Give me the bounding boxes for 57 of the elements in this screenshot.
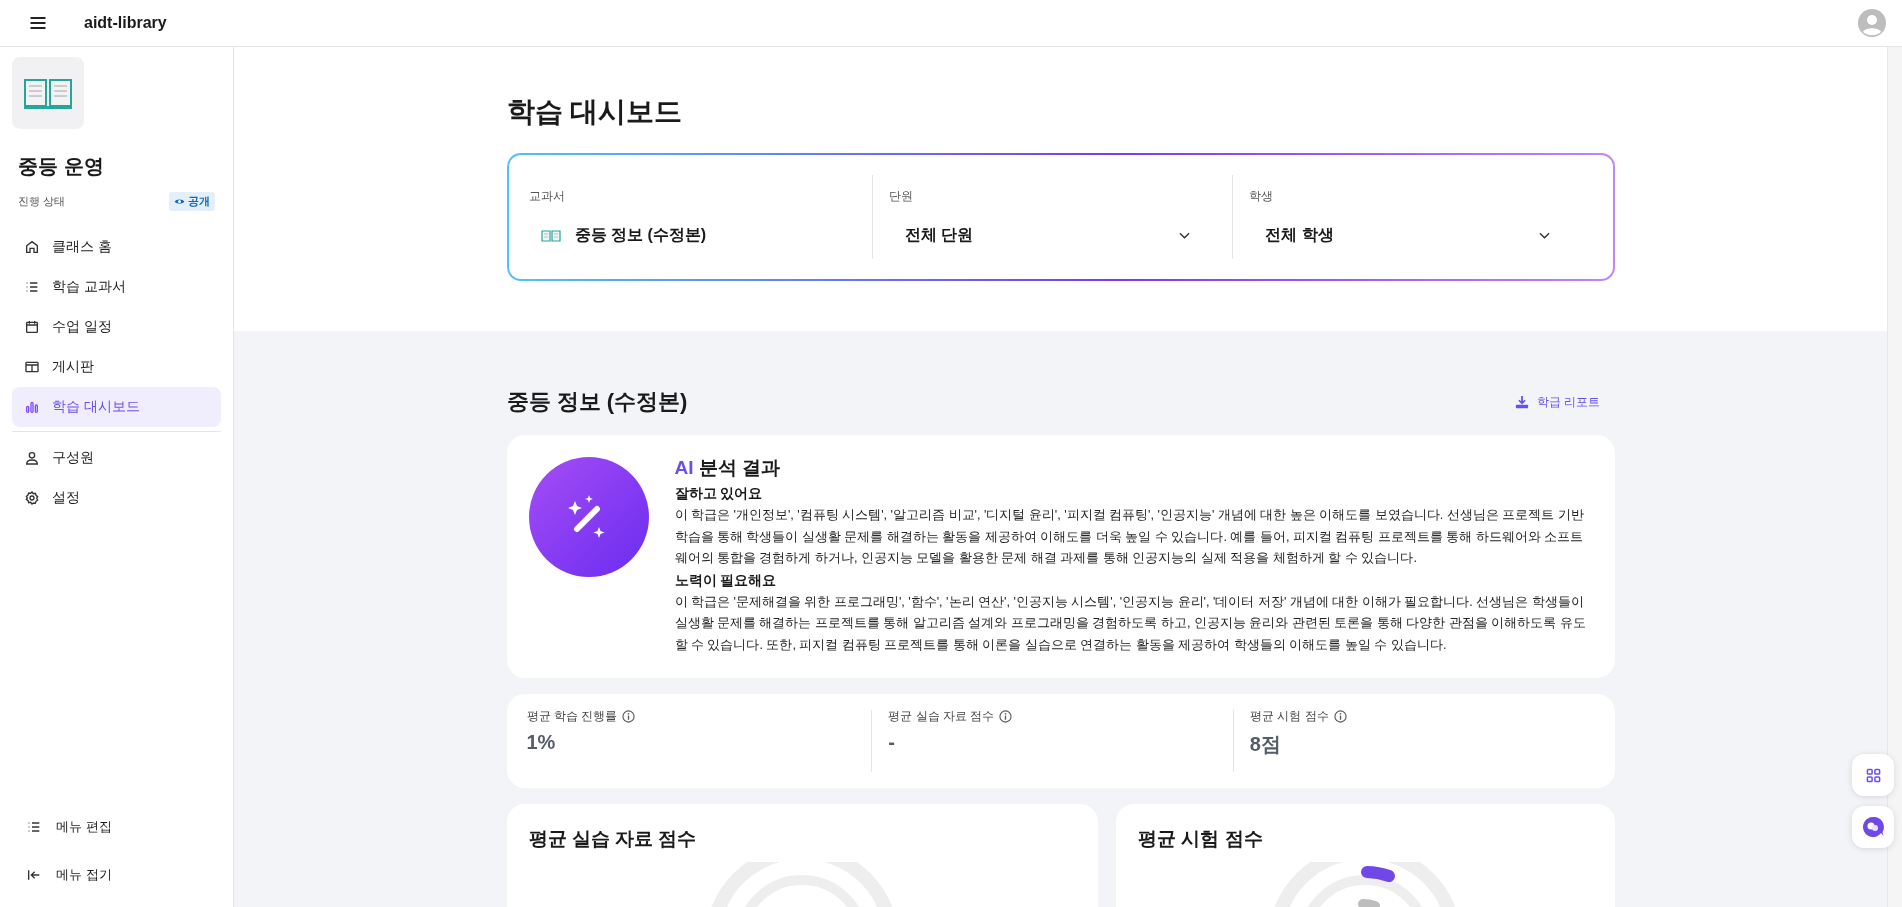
status-label: 진행 상태 <box>18 194 66 209</box>
calendar-icon <box>24 319 40 335</box>
open-book-icon <box>23 76 73 110</box>
info-icon[interactable] <box>1333 710 1347 723</box>
filter-label: 학생 <box>1249 188 1275 205</box>
chevron-down-icon <box>1179 231 1191 240</box>
chat-bubble-icon <box>1862 816 1884 838</box>
sidebar-footer-item[interactable]: 메뉴 편집 <box>12 807 221 847</box>
page-title: 학습 대시보드 <box>506 95 684 129</box>
nav-item[interactable]: 구성원 <box>12 438 221 478</box>
filter-label: 단원 <box>888 188 914 205</box>
collapse-arrow-icon <box>26 867 42 883</box>
stat-label: 평균 실습 자료 점수 <box>888 708 995 725</box>
dropdown[interactable]: 전체 학생 <box>1249 225 1571 246</box>
eye-icon <box>174 196 185 207</box>
analysis-heading: 잘하고 있어요 <box>674 485 764 503</box>
info-icon[interactable] <box>622 710 636 723</box>
chart-title: 평균 실습 자료 점수 <box>528 827 698 851</box>
section-title: 중등 정보 (수정본) <box>506 388 688 416</box>
analysis-text: 이 학급은 '개인정보', '컴퓨팅 시스템', '알고리즘 비교', '디지털 윤리', '피지컬 컴퓨팅', '인공지능' 개념에 대한 높은 이해도를 보였습니다. 선생님은 프로젝트 기반 학습을 통해 학생들이 실생활 문제를 해결하는 활동을 제공하여 이해도를 더욱 높일 수 있습니다. 예를 들어, 피지컬 컴퓨팅 프로젝트를 통해 하드웨어와 소프트웨어의 통합을 경험하게 하거나, 인공지능 모델을 활용한 문제 해결 과제를 통해 인공지능의 실제 적용을 체험하게 할 수 있습니다. <box>674 507 1585 567</box>
textbook-name: 중등 정보 (수정본) <box>574 225 707 245</box>
stat-label: 평균 학습 진행률 <box>526 708 618 725</box>
magic-wand-icon <box>528 457 649 577</box>
board-icon <box>24 359 40 375</box>
analysis-title: AI 분석 결과 <box>674 456 782 480</box>
analysis-heading: 노력이 필요해요 <box>674 571 778 590</box>
info-icon[interactable] <box>999 710 1013 723</box>
grid-icon <box>1865 767 1881 783</box>
home-icon <box>24 239 40 255</box>
person-icon <box>24 450 40 466</box>
stat-value: 1% <box>526 731 557 754</box>
app-title: aidt-library <box>84 14 167 32</box>
nav-item[interactable]: 학습 대시보드 <box>12 387 221 427</box>
stat-label: 평균 시험 점수 <box>1249 708 1329 725</box>
book-icon <box>540 228 561 243</box>
nav-item[interactable]: 클래스 홈 <box>12 227 221 267</box>
nav-item[interactable]: 학습 교과서 <box>12 267 221 307</box>
bar-chart-icon <box>24 399 40 415</box>
nav-item[interactable]: 게시판 <box>12 347 221 387</box>
chart-title: 평균 시험 점수 <box>1138 827 1264 851</box>
nav-item[interactable]: 수업 일정 <box>12 307 221 347</box>
class-name: 중등 운영 <box>18 154 105 179</box>
download-icon <box>1515 395 1530 409</box>
filter-label: 교과서 <box>528 188 566 205</box>
sidebar-footer-item[interactable]: 메뉴 접기 <box>12 855 221 895</box>
settings-icon <box>24 490 40 506</box>
dropdown[interactable]: 전체 단원 <box>888 225 1211 246</box>
scrollbar[interactable] <box>1887 47 1902 907</box>
nav-item[interactable]: 설정 <box>12 478 221 518</box>
stat-value: - <box>888 731 896 754</box>
badge-text: 공개 <box>188 194 210 209</box>
apps-button[interactable] <box>1852 754 1894 796</box>
chevron-down-icon <box>1539 231 1551 240</box>
report-link[interactable]: 학급 리포트 <box>1515 393 1615 411</box>
analysis-text: 이 학급은 '문제해결을 위한 프로그래밍', '함수', '논리 연산', '인공지능 시스템', '인공지능 윤리', '데이터 저장' 개념에 대한 이해가 필요합니다. 선생님은 학생들이 실생활 문제를 해결하는 프로젝트를 통해 알고리즘 설계와 프로그래밍을 경험하도록 하고, 인공지능 윤리와 관련된 토론을 통해 다양한 관점을 이해하도록 유도할 수 있습니다. 또한, 피지컬 컴퓨팅 프로젝트를 통해 이론을 실습으로 연결하는 활동을 제공하여 학생들의 이해도를 높일 수 있습니다. <box>674 593 1587 654</box>
chat-button[interactable] <box>1852 806 1894 848</box>
stat-value: 8점 <box>1249 732 1282 757</box>
